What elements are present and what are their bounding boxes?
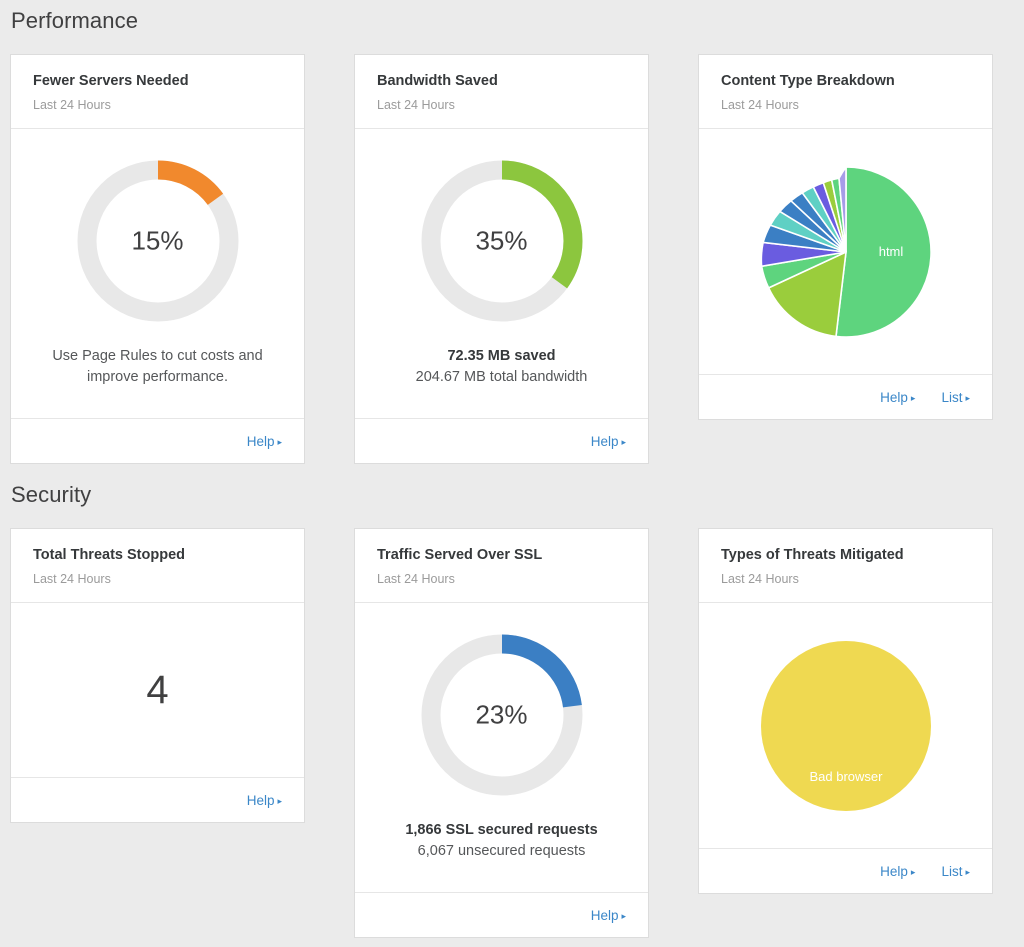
chevron-right-icon: ▸ — [910, 866, 916, 877]
card-subtitle: Last 24 Hours — [33, 571, 111, 586]
card-header: Total Threats Stopped Last 24 Hours — [11, 529, 304, 604]
bandwidth-saved-donut-chart: 35% — [421, 160, 583, 322]
list-link[interactable]: List ▸ — [941, 864, 970, 879]
donut-center-value: 35% — [475, 225, 528, 256]
help-link[interactable]: Help ▸ — [591, 434, 626, 449]
card-subtitle: Last 24 Hours — [377, 571, 455, 586]
card-body: Bad browser — [699, 603, 992, 848]
card-footer: Help ▸ List ▸ — [699, 848, 992, 893]
chevron-right-icon: ▸ — [910, 392, 916, 403]
card-header: Types of Threats Mitigated Last 24 Hours — [699, 529, 992, 604]
ssl-traffic-donut-chart: 23% — [421, 634, 583, 796]
list-link-label: List — [941, 863, 963, 879]
threat-types-pie-chart: Bad browser — [760, 640, 931, 811]
card-header: Bandwidth Saved Last 24 Hours — [355, 55, 648, 130]
list-link[interactable]: List ▸ — [941, 390, 970, 405]
help-link-label: Help — [590, 433, 619, 449]
caption-primary: 1,866 SSL secured requests — [405, 821, 598, 838]
help-link[interactable]: Help ▸ — [880, 390, 915, 405]
caption-primary: 72.35 MB saved — [447, 347, 556, 364]
help-link[interactable]: Help ▸ — [247, 793, 282, 808]
card-footer: Help ▸ — [355, 892, 648, 937]
card-body: 15% Use Page Rules to cut costs and impr… — [11, 129, 304, 418]
chevron-right-icon: ▸ — [277, 795, 282, 806]
fewer-servers-donut-chart: 15% — [77, 160, 239, 322]
card-content-type-breakdown: Content Type Breakdown Last 24 Hours htm… — [698, 54, 993, 420]
card-title: Total Threats Stopped — [33, 547, 185, 563]
card-traffic-served-over-ssl: Traffic Served Over SSL Last 24 Hours 23… — [354, 528, 649, 938]
card-bandwidth-saved: Bandwidth Saved Last 24 Hours 35% 72.35 … — [354, 54, 649, 464]
card-footer: Help ▸ — [11, 418, 304, 463]
help-link-label: Help — [590, 907, 619, 923]
card-title: Fewer Servers Needed — [33, 73, 189, 89]
help-link-label: Help — [246, 433, 275, 449]
chevron-right-icon: ▸ — [965, 866, 970, 877]
donut-center-value: 15% — [131, 225, 184, 256]
caption-secondary: 6,067 unsecured requests — [417, 842, 586, 859]
caption-line-1: Use Page Rules to cut costs and — [52, 347, 263, 364]
card-body: 4 — [11, 603, 304, 777]
card-subtitle: Last 24 Hours — [721, 571, 799, 586]
card-fewer-servers-needed: Fewer Servers Needed Last 24 Hours 15% U… — [10, 54, 305, 464]
dashboard-page: Performance Fewer Servers Needed Last 24… — [0, 0, 1024, 947]
content-type-pie-chart: html — [760, 164, 932, 338]
help-link-label: Help — [880, 389, 908, 405]
section-heading-security: Security — [11, 482, 92, 507]
card-header: Fewer Servers Needed Last 24 Hours — [11, 55, 304, 130]
help-link[interactable]: Help ▸ — [591, 908, 626, 923]
pie-slice-label-bad-browser: Bad browser — [809, 769, 883, 784]
card-title: Traffic Served Over SSL — [377, 547, 543, 563]
chevron-right-icon: ▸ — [277, 436, 282, 447]
help-link-label: Help — [880, 863, 908, 879]
caption-line-2: improve performance. — [86, 368, 229, 385]
card-body: html — [699, 129, 992, 374]
card-footer: Help ▸ List ▸ — [699, 374, 992, 419]
card-title: Bandwidth Saved — [377, 73, 498, 89]
list-link-label: List — [941, 389, 963, 405]
chevron-right-icon: ▸ — [965, 392, 970, 403]
chevron-right-icon: ▸ — [621, 910, 626, 921]
card-caption: 72.35 MB saved 204.67 MB total bandwidth — [416, 346, 588, 388]
caption-secondary: 204.67 MB total bandwidth — [415, 368, 588, 385]
card-footer: Help ▸ — [11, 777, 304, 822]
total-threats-value: 4 — [146, 668, 169, 713]
card-total-threats-stopped: Total Threats Stopped Last 24 Hours 4 He… — [10, 528, 305, 823]
help-link-label: Help — [246, 792, 275, 808]
card-caption: Use Page Rules to cut costs and improve … — [52, 346, 262, 388]
card-title: Content Type Breakdown — [721, 73, 895, 89]
card-subtitle: Last 24 Hours — [33, 97, 111, 112]
help-link[interactable]: Help ▸ — [880, 864, 915, 879]
help-link[interactable]: Help ▸ — [247, 434, 282, 449]
card-footer: Help ▸ — [355, 418, 648, 463]
card-body: 23% 1,866 SSL secured requests 6,067 uns… — [355, 603, 648, 892]
pie-slice-bad-browser[interactable] — [760, 640, 931, 811]
card-title: Types of Threats Mitigated — [721, 547, 904, 563]
chevron-right-icon: ▸ — [621, 436, 626, 447]
pie-slices — [760, 164, 932, 338]
card-header: Content Type Breakdown Last 24 Hours — [699, 55, 992, 130]
card-body: 35% 72.35 MB saved 204.67 MB total bandw… — [355, 129, 648, 418]
card-caption: 1,866 SSL secured requests 6,067 unsecur… — [405, 820, 597, 862]
pie-slice-label-html: html — [878, 244, 903, 259]
card-types-of-threats-mitigated: Types of Threats Mitigated Last 24 Hours… — [698, 528, 993, 894]
card-header: Traffic Served Over SSL Last 24 Hours — [355, 529, 648, 604]
section-heading-performance: Performance — [11, 8, 139, 33]
card-subtitle: Last 24 Hours — [721, 97, 799, 112]
donut-center-value: 23% — [475, 699, 528, 730]
card-subtitle: Last 24 Hours — [377, 97, 455, 112]
